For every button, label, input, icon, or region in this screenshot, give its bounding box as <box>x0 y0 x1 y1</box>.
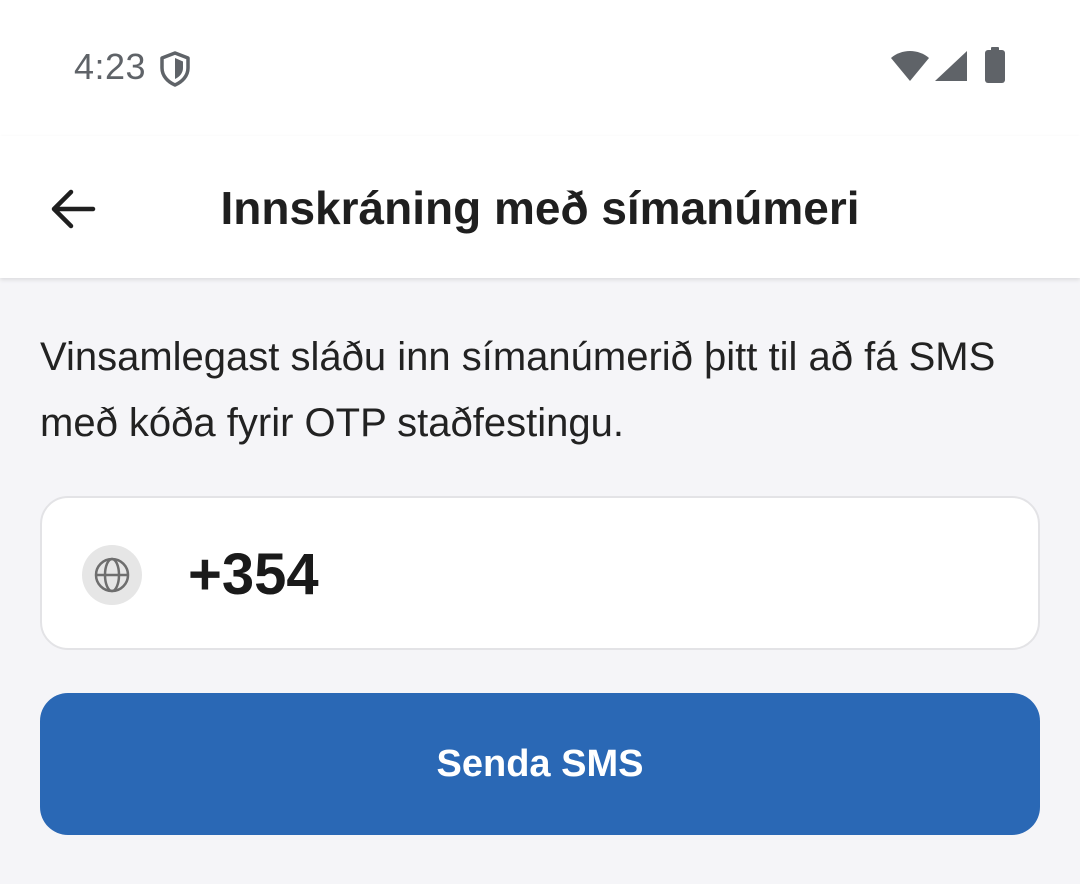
instructions-text: Vinsamlegast sláðu inn símanúmerið þitt … <box>40 335 996 445</box>
shield-icon <box>160 51 190 87</box>
wifi-icon <box>891 51 929 81</box>
login-screen: 4:23 Innskráning með símanúmeri Vinsamle… <box>0 0 1080 884</box>
app-bar: Innskráning með símanúmeri <box>0 136 1080 278</box>
globe-icon[interactable] <box>82 545 142 605</box>
status-time: 4:23 <box>74 46 147 87</box>
phone-number-input[interactable] <box>188 538 1008 612</box>
page-title: Innskráning með símanúmeri <box>220 182 860 234</box>
status-bar: 4:23 <box>0 0 1080 136</box>
signal-icon <box>935 51 967 81</box>
send-sms-button[interactable]: Senda SMS <box>40 693 1040 835</box>
battery-icon <box>985 47 1005 83</box>
phone-number-field[interactable] <box>40 496 1040 650</box>
